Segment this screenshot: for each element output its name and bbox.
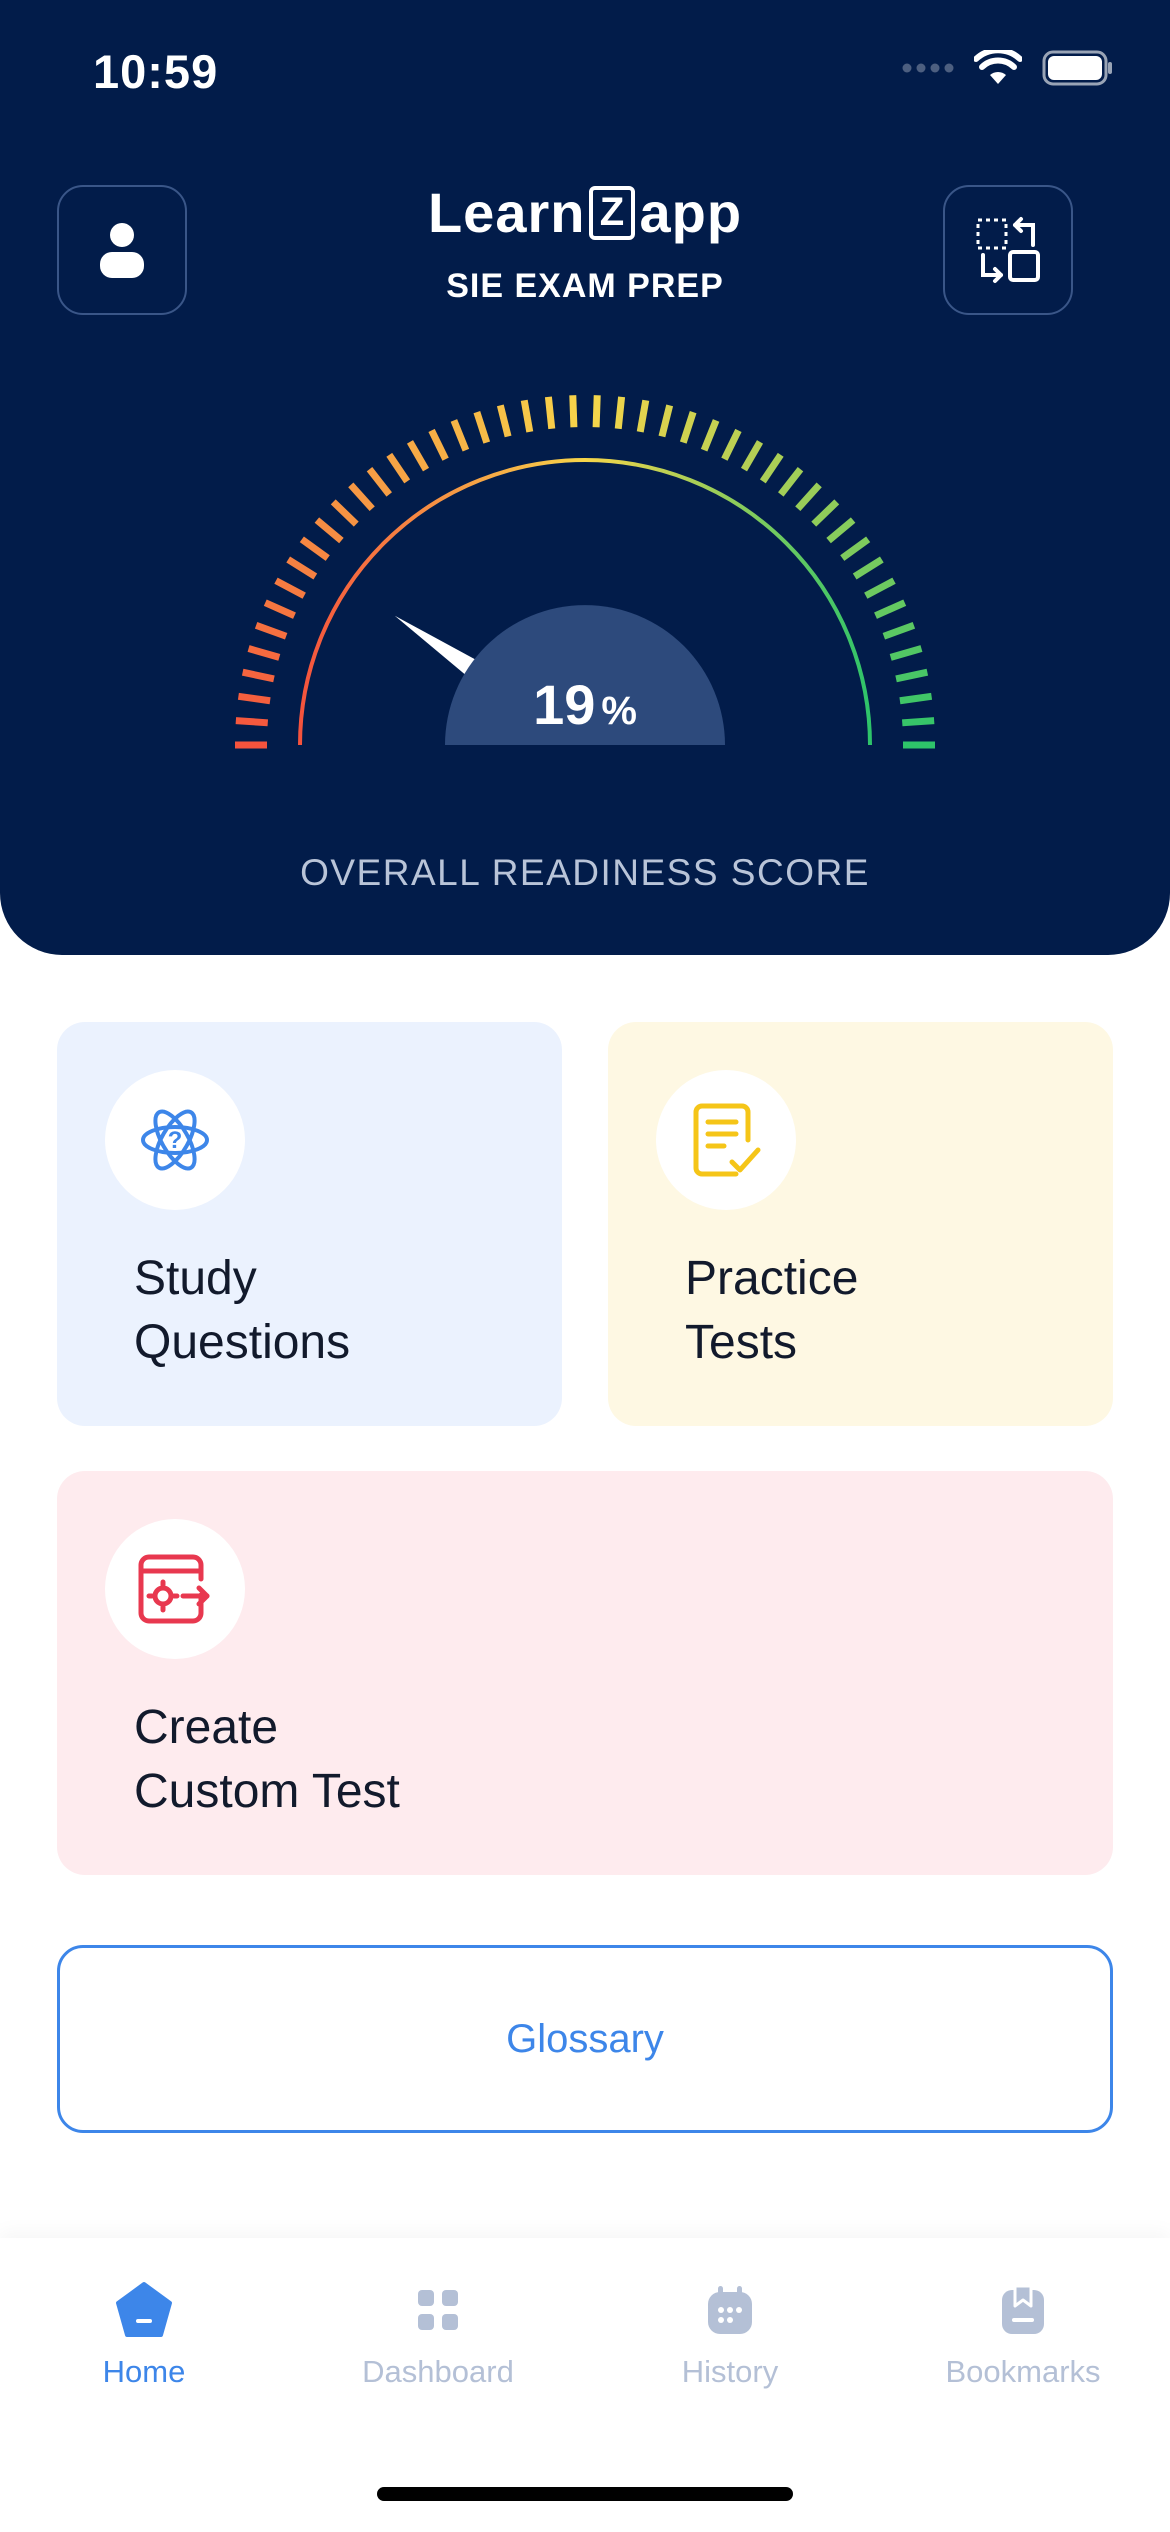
gauge-tick	[520, 399, 534, 433]
tab-dashboard[interactable]: Dashboard	[308, 2278, 568, 2390]
score-unit: %	[601, 689, 637, 733]
brand-suffix: app	[639, 181, 743, 244]
tab-home[interactable]: Home	[14, 2278, 274, 2390]
gauge-tick	[263, 599, 296, 619]
practice-tests-label: Practice Tests	[685, 1247, 858, 1375]
gauge-tick	[286, 556, 318, 580]
switch-exam-icon	[976, 217, 1040, 283]
custom-line1: Create	[134, 1701, 279, 1754]
gauge-tick	[778, 467, 804, 497]
practice-line2: Tests	[685, 1316, 798, 1369]
gauge-tick	[636, 399, 650, 433]
custom-line2: Custom Test	[134, 1765, 400, 1818]
brand-prefix: Learn	[427, 181, 586, 244]
battery-icon	[1042, 50, 1112, 86]
gauge-tick	[274, 577, 306, 599]
gauge-tick	[330, 499, 359, 527]
gauge-tick	[826, 517, 856, 544]
gauge-tick	[795, 482, 822, 512]
gauge-tick	[496, 404, 512, 438]
gauge-tick	[544, 396, 556, 430]
study-questions-label: Study Questions	[134, 1247, 350, 1375]
svg-text:?: ?	[168, 1127, 183, 1154]
score-value: 19	[533, 673, 596, 736]
custom-icon-circle	[105, 1519, 245, 1659]
study-line1: Study	[134, 1252, 257, 1305]
gauge-tick	[450, 419, 470, 452]
gauge-tick	[864, 577, 896, 599]
brand-mark-letter: Z	[599, 190, 626, 234]
create-custom-test-label: Create Custom Test	[134, 1696, 400, 1824]
gauge-tick	[592, 395, 601, 428]
gauge-tick	[759, 452, 784, 484]
study-line2: Questions	[134, 1316, 351, 1369]
tab-dashboard-label: Dashboard	[362, 2354, 514, 2389]
gauge-tick	[473, 411, 491, 444]
status-time: 10:59	[93, 45, 219, 98]
practice-tests-card[interactable]: Practice Tests	[608, 1022, 1113, 1426]
wifi-icon	[974, 50, 1022, 84]
calendar-icon	[708, 2286, 752, 2334]
tab-history[interactable]: History	[600, 2278, 860, 2390]
gauge-tick	[247, 645, 281, 661]
gauge-tick	[874, 599, 907, 619]
practice-icon-circle	[656, 1070, 796, 1210]
brand-mark: Z	[589, 185, 636, 240]
cellular-dots-icon	[902, 63, 954, 73]
atom-question-icon: ?	[141, 1109, 209, 1171]
practice-line1: Practice	[685, 1252, 859, 1305]
gauge-tick	[366, 467, 392, 497]
gauge-tick	[840, 536, 871, 561]
gauge-tick	[658, 404, 674, 438]
tab-bookmarks-label: Bookmarks	[945, 2354, 1101, 2389]
custom-test-icon	[138, 1554, 210, 1624]
status-icons	[902, 50, 1114, 86]
checklist-icon	[693, 1103, 761, 1177]
gauge-tick	[254, 622, 288, 640]
gauge-tick	[348, 482, 375, 512]
gauge-tick	[679, 411, 697, 444]
readiness-label: OVERALL READINESS SCORE	[300, 852, 870, 893]
glossary-button[interactable]: Glossary	[57, 1945, 1113, 2133]
gauge-tick	[406, 440, 430, 472]
gauge-tick	[428, 428, 449, 461]
tab-bookmarks[interactable]: Bookmarks	[893, 2278, 1153, 2390]
bookmark-icon	[1002, 2284, 1044, 2334]
home-indicator	[377, 2487, 793, 2501]
tab-home-label: Home	[102, 2354, 186, 2389]
gauge-tick	[811, 499, 840, 527]
home-screen: 10:59 Learn Z app SIE EXAM PREP 19 % OVE…	[0, 0, 1170, 2532]
gauge-tick	[740, 440, 764, 472]
gauge-tick	[882, 622, 916, 640]
gauge-tick	[889, 645, 923, 661]
gauge-tick	[386, 452, 411, 484]
home-icon	[116, 2282, 172, 2337]
readiness-score: 19%	[0, 672, 1170, 737]
gauge-tick	[700, 419, 720, 452]
gauge-tick	[721, 428, 742, 461]
gauge-tick	[314, 517, 344, 544]
study-questions-card[interactable]: ? Study Questions	[57, 1022, 562, 1426]
dashboard-icon	[418, 2290, 458, 2330]
gauge-tick	[299, 536, 330, 561]
tab-history-label: History	[681, 2354, 779, 2389]
gauge-tick	[852, 556, 884, 580]
create-custom-test-card[interactable]: Create Custom Test	[57, 1471, 1113, 1875]
switch-exam-button[interactable]	[943, 185, 1073, 315]
gauge-tick	[569, 395, 578, 428]
study-icon-circle: ?	[105, 1070, 245, 1210]
header: 10:59 Learn Z app SIE EXAM PREP 19 % OVE…	[0, 0, 1170, 955]
gauge-tick	[614, 396, 626, 430]
brand-wordmark: Learn Z app	[428, 180, 742, 245]
